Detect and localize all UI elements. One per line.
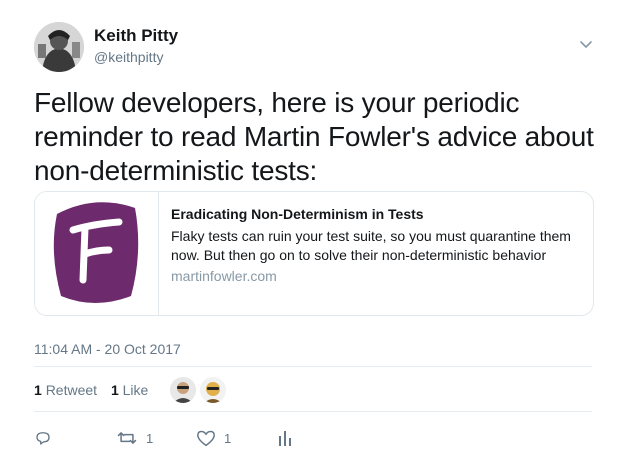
retweet-icon <box>117 432 137 444</box>
divider-top <box>34 366 592 367</box>
retweets-count: 1 <box>34 382 42 398</box>
card-title[interactable]: Eradicating Non-Determinism in Tests <box>171 206 424 222</box>
link-card[interactable]: Eradicating Non-Determinism in Tests Fla… <box>34 191 594 316</box>
like-button[interactable]: 1 <box>196 428 231 448</box>
retweet-button[interactable]: 1 <box>116 428 153 448</box>
liker-avatar[interactable] <box>200 377 226 403</box>
likes-count: 1 <box>110 382 119 398</box>
retweet-count: 1 <box>146 430 154 446</box>
card-thumbnail <box>35 192 159 315</box>
chevron-down-icon[interactable] <box>578 38 594 50</box>
author-avatar-image <box>34 22 84 72</box>
reply-icon <box>36 432 50 445</box>
like-count: 1 <box>224 430 232 446</box>
likes-label: Like <box>122 382 149 398</box>
liker-avatar[interactable] <box>170 377 196 403</box>
retweets-label: Retweet <box>45 382 98 398</box>
martinfowler-logo-icon <box>35 192 158 315</box>
analytics-button[interactable] <box>278 428 292 448</box>
tweet-text: Fellow developers, here is your periodic… <box>34 87 594 186</box>
likes-stat[interactable]: 1 Like <box>111 382 148 398</box>
analytics-icon <box>279 431 291 446</box>
author-name[interactable]: Keith Pitty <box>94 26 178 46</box>
tweet-stats: 1 Retweet 1 Like <box>34 382 158 398</box>
card-description: Flaky tests can ruin your test suite, so… <box>171 228 571 263</box>
author-handle[interactable]: @keithpitty <box>94 49 163 65</box>
divider-bottom <box>34 411 592 412</box>
heart-icon <box>197 430 215 447</box>
reply-button[interactable] <box>34 428 60 448</box>
author-avatar[interactable] <box>34 22 84 72</box>
retweets-stat[interactable]: 1 Retweet <box>34 382 97 398</box>
card-domain: martinfowler.com <box>171 268 277 284</box>
tweet-timestamp[interactable]: 11:04 AM - 20 Oct 2017 <box>34 341 181 357</box>
